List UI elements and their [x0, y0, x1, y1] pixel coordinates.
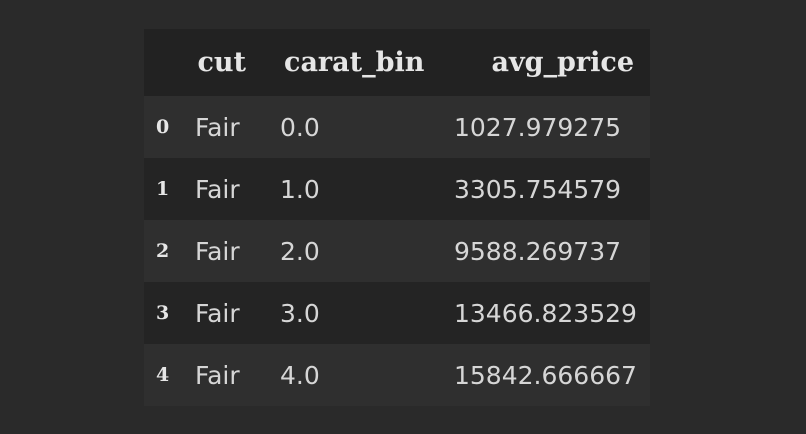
- cell-cut: Fair: [195, 236, 240, 266]
- dataframe-table: cut carat_bin avg_price 0 Fair 0.0 1027.…: [144, 29, 650, 406]
- table-row: 2 Fair 2.0 9588.269737: [144, 220, 650, 282]
- header-row: cut carat_bin avg_price: [144, 29, 650, 96]
- index-header: [144, 29, 182, 96]
- cell-cut: Fair: [195, 112, 240, 142]
- cell-cut: Fair: [195, 298, 240, 328]
- row-index: 2: [156, 240, 170, 262]
- cell-avg-price: 9588.269737: [454, 236, 622, 266]
- cell-cut: Fair: [195, 174, 240, 204]
- column-header-avg-price: avg_price: [491, 47, 634, 78]
- cell-carat-bin: 2.0: [280, 236, 320, 266]
- cell-carat-bin: 4.0: [280, 360, 320, 390]
- cell-carat-bin: 1.0: [280, 174, 320, 204]
- row-index: 4: [156, 364, 170, 386]
- table-row: 3 Fair 3.0 13466.823529: [144, 282, 650, 344]
- cell-avg-price: 3305.754579: [454, 174, 622, 204]
- table-row: 4 Fair 4.0 15842.666667: [144, 344, 650, 406]
- row-index: 1: [156, 178, 170, 200]
- cell-avg-price: 15842.666667: [454, 360, 637, 390]
- cell-cut: Fair: [195, 360, 240, 390]
- row-index: 3: [156, 302, 170, 324]
- column-header-cut: cut: [197, 47, 246, 78]
- cell-avg-price: 1027.979275: [454, 112, 622, 142]
- table-row: 1 Fair 1.0 3305.754579: [144, 158, 650, 220]
- cell-carat-bin: 3.0: [280, 298, 320, 328]
- cell-avg-price: 13466.823529: [454, 298, 637, 328]
- table-header: cut carat_bin avg_price: [144, 29, 650, 96]
- column-header-carat-bin: carat_bin: [284, 47, 425, 78]
- cell-carat-bin: 0.0: [280, 112, 320, 142]
- table-row: 0 Fair 0.0 1027.979275: [144, 96, 650, 158]
- table-body: 0 Fair 0.0 1027.979275 1 Fair 1.0 3305.7…: [144, 96, 650, 406]
- row-index: 0: [156, 116, 170, 138]
- dataframe-output: cut carat_bin avg_price 0 Fair 0.0 1027.…: [144, 29, 650, 406]
